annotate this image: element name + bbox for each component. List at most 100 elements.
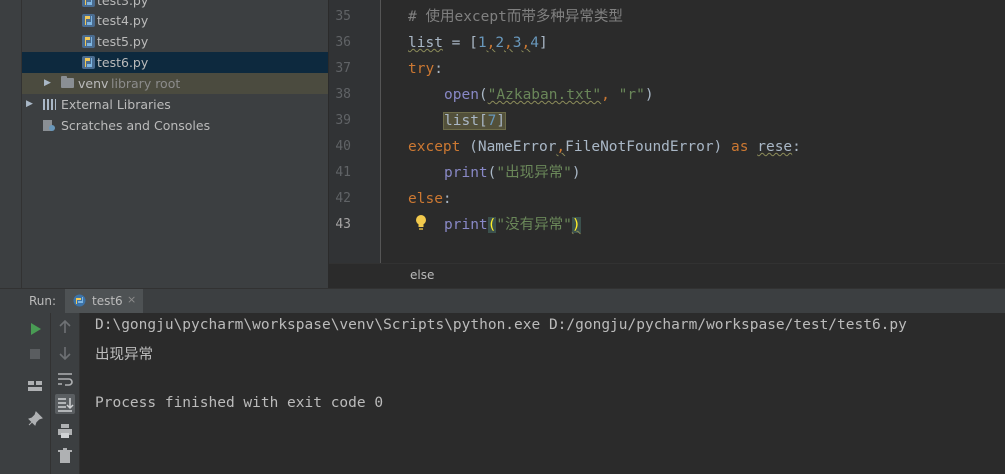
code-builtin: print bbox=[444, 165, 488, 181]
tree-item-test4[interactable]: test4.py bbox=[22, 10, 328, 31]
python-file-icon bbox=[82, 35, 95, 48]
code-keyword: try bbox=[408, 61, 435, 77]
line-number: 42 bbox=[335, 191, 351, 206]
code-line-40: except (NameError,FileNotFoundError) as … bbox=[408, 134, 801, 160]
line-number: 41 bbox=[335, 165, 351, 180]
code-token: rese bbox=[757, 139, 793, 155]
code-token: ( bbox=[478, 87, 488, 103]
console-line-exit: Process finished with exit code 0 bbox=[95, 395, 384, 411]
python-file-icon bbox=[73, 294, 86, 307]
code-token: ) bbox=[644, 87, 654, 103]
code-token: list bbox=[408, 35, 443, 51]
code-token: FileNotFoundError) bbox=[565, 139, 732, 155]
code-token: ] bbox=[496, 113, 506, 129]
code-number: 3 bbox=[512, 35, 522, 51]
comment: # 使用except而带多种异常类型 bbox=[408, 9, 623, 25]
code-token: ) bbox=[571, 217, 581, 233]
code-token: , bbox=[556, 139, 566, 155]
code-token: , bbox=[521, 35, 531, 51]
breadcrumb-item[interactable]: else bbox=[410, 268, 434, 282]
up-arrow-icon[interactable] bbox=[55, 317, 75, 337]
python-file-icon bbox=[82, 14, 95, 27]
code-keyword: as bbox=[731, 139, 749, 155]
layout-icon[interactable] bbox=[25, 376, 45, 396]
down-arrow-icon[interactable] bbox=[55, 343, 75, 363]
tree-item-test6[interactable]: test6.py bbox=[22, 52, 328, 73]
ide-top-area: test3.py test4.py test5.py test6.py ▶ ve… bbox=[0, 0, 1005, 289]
tree-item-label: test5.py bbox=[97, 34, 149, 49]
code-keyword: else bbox=[408, 191, 443, 207]
code-token: ] bbox=[538, 35, 548, 51]
project-tree[interactable]: test3.py test4.py test5.py test6.py ▶ ve… bbox=[22, 0, 328, 288]
folder-icon bbox=[61, 76, 74, 88]
code-line-42: else: bbox=[408, 186, 452, 212]
soft-wrap-icon[interactable] bbox=[55, 369, 75, 389]
line-number: 36 bbox=[335, 35, 351, 50]
code-line-37: try: bbox=[408, 56, 443, 82]
stop-icon[interactable] bbox=[25, 344, 45, 364]
run-tab-test6[interactable]: test6 × bbox=[65, 289, 143, 313]
code-string: "r" bbox=[618, 87, 645, 103]
code-number: 2 bbox=[495, 35, 505, 51]
left-tool-strip bbox=[0, 0, 22, 288]
tree-item-label: venv bbox=[78, 76, 109, 91]
python-file-icon bbox=[82, 56, 95, 69]
tree-item-scratches[interactable]: Scratches and Consoles bbox=[22, 115, 328, 136]
code-line-38: open("Azkaban.txt", "r") bbox=[444, 82, 654, 108]
code-token: = [ bbox=[442, 35, 478, 51]
pin-icon[interactable] bbox=[25, 409, 45, 429]
run-label: Run: bbox=[29, 294, 57, 308]
expand-arrow-icon[interactable]: ▶ bbox=[26, 94, 33, 115]
code-token: , bbox=[601, 87, 619, 103]
run-icon[interactable] bbox=[25, 319, 45, 339]
run-console[interactable]: D:\gongju\pycharm\workspase\venv\Scripts… bbox=[80, 313, 1005, 474]
scroll-to-end-button[interactable] bbox=[55, 394, 75, 414]
code-number: 4 bbox=[530, 35, 539, 51]
code-token: : bbox=[434, 61, 443, 77]
scratches-icon bbox=[43, 120, 55, 131]
run-tab-label: test6 bbox=[92, 294, 123, 308]
code-keyword: except bbox=[408, 139, 461, 155]
library-icon bbox=[43, 99, 56, 110]
code-line-43: print("没有异常") bbox=[444, 212, 581, 238]
code-string: "没有异常" bbox=[496, 217, 572, 233]
trash-icon[interactable] bbox=[55, 446, 75, 466]
code-editor[interactable]: # 使用except而带多种异常类型 list = [1,2,3,4] try:… bbox=[381, 0, 1005, 263]
tree-item-label: External Libraries bbox=[61, 97, 171, 112]
code-line-35: # 使用except而带多种异常类型 bbox=[408, 4, 623, 30]
code-token: , bbox=[504, 35, 513, 51]
tree-item-label: test6.py bbox=[97, 55, 149, 70]
close-icon[interactable]: × bbox=[127, 293, 136, 306]
line-number-current: 43 bbox=[335, 217, 351, 232]
code-line-41: print("出现异常") bbox=[444, 160, 581, 186]
code-token: : bbox=[792, 139, 801, 155]
expand-arrow-icon[interactable]: ▶ bbox=[44, 73, 51, 94]
code-string: "Azkaban.txt" bbox=[487, 87, 602, 103]
code-line-36: list = [1,2,3,4] bbox=[408, 30, 548, 56]
scroll-to-end-icon bbox=[58, 398, 74, 412]
tree-item-label: test4.py bbox=[97, 13, 149, 28]
console-line-output: 出现异常 bbox=[95, 347, 153, 363]
code-token: [ bbox=[478, 113, 488, 129]
tree-item-test5[interactable]: test5.py bbox=[22, 31, 328, 52]
run-panel-header: Run: test6 × bbox=[0, 288, 1005, 314]
code-string: "出现异常" bbox=[496, 165, 572, 181]
console-line-command: D:\gongju\pycharm\workspase\venv\Scripts… bbox=[95, 317, 907, 333]
lightbulb-icon[interactable] bbox=[414, 214, 428, 231]
code-line-39: list[7] bbox=[442, 108, 507, 134]
tree-item-external-libraries[interactable]: ▶ External Libraries bbox=[22, 94, 328, 115]
print-icon[interactable] bbox=[55, 421, 75, 441]
code-token: (NameError bbox=[460, 139, 557, 155]
editor-gutter[interactable]: 35 36 37 38 39 40 41 42 43 bbox=[329, 0, 405, 263]
code-number: 1 bbox=[477, 35, 487, 51]
tree-item-venv[interactable]: ▶ venv library root bbox=[22, 73, 328, 94]
breadcrumb[interactable]: else bbox=[329, 263, 1005, 289]
code-builtin: open bbox=[444, 87, 479, 103]
code-token: : bbox=[442, 191, 452, 207]
line-number: 37 bbox=[335, 61, 351, 76]
library-root-suffix: library root bbox=[111, 76, 181, 91]
code-token: , bbox=[486, 35, 496, 51]
run-toolbar-primary bbox=[21, 313, 51, 474]
code-builtin: print bbox=[444, 217, 488, 233]
